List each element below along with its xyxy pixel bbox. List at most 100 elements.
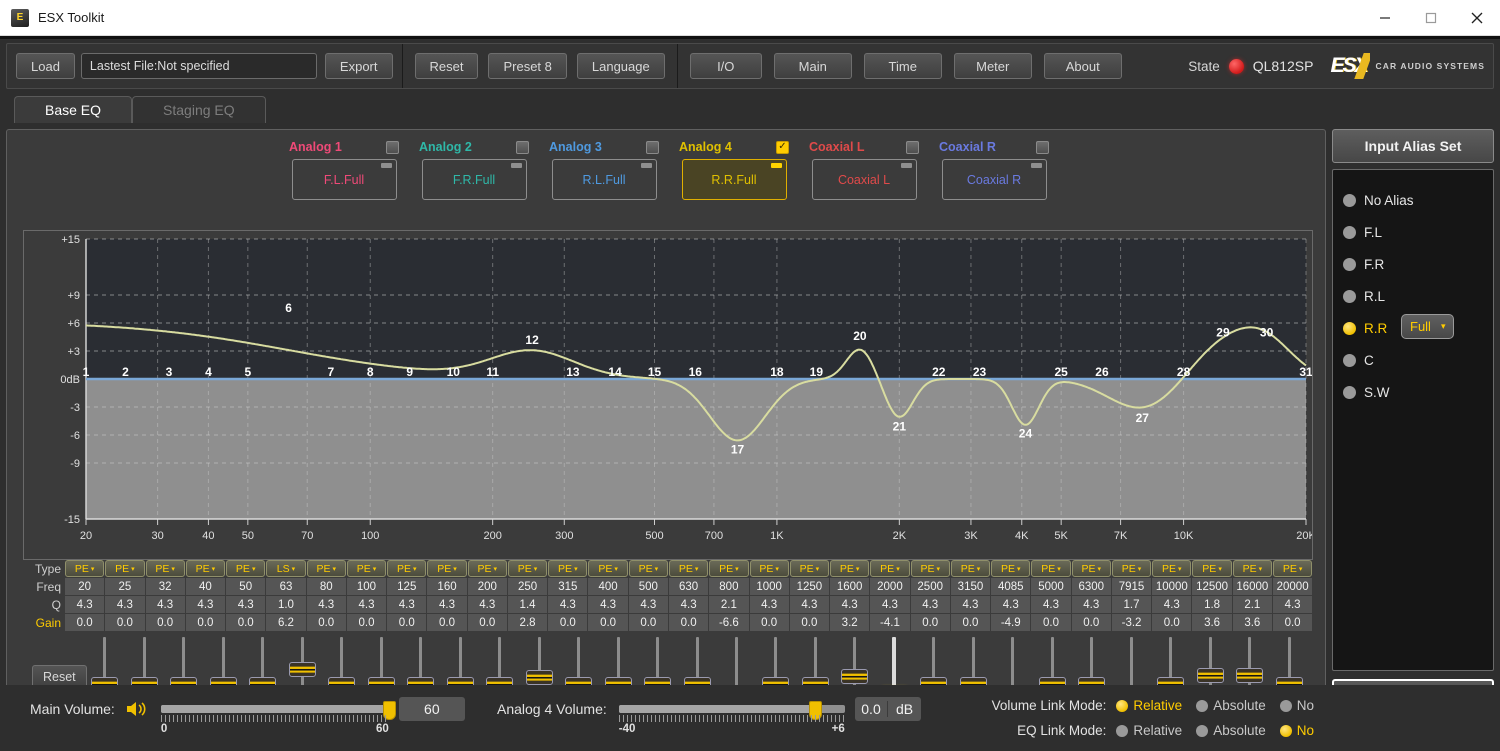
type-cell-28[interactable]: PE ▾ — [1152, 560, 1192, 577]
freq-cell-21[interactable]: 2000 — [870, 578, 911, 595]
gain-cell-22[interactable]: 0.0 — [910, 614, 951, 631]
band-knob-29[interactable] — [1196, 668, 1224, 684]
analog4-volume-track[interactable] — [618, 701, 845, 720]
gain-cell-19[interactable]: 0.0 — [789, 614, 831, 631]
q-cell-5[interactable]: 4.3 — [226, 596, 267, 613]
q-cell-24[interactable]: 4.3 — [991, 596, 1032, 613]
gain-cell-31[interactable]: 0.0 — [1272, 614, 1314, 631]
freq-cell-14[interactable]: 400 — [588, 578, 629, 595]
q-cell-11[interactable]: 4.3 — [467, 596, 508, 613]
type-cell-20[interactable]: PE ▾ — [830, 560, 870, 577]
band-marker-6[interactable]: 6 — [285, 301, 292, 315]
gain-cell-16[interactable]: 0.0 — [668, 614, 710, 631]
type-cell-19[interactable]: PE ▾ — [789, 560, 830, 577]
freq-cell-30[interactable]: 16000 — [1232, 578, 1273, 595]
band-knob-30[interactable] — [1236, 668, 1264, 684]
close-icon[interactable] — [1454, 0, 1500, 36]
q-cell-15[interactable]: 4.3 — [628, 596, 669, 613]
band-marker-10[interactable]: 10 — [447, 365, 461, 379]
gain-cell-28[interactable]: 0.0 — [1152, 614, 1193, 631]
freq-cell-8[interactable]: 100 — [346, 578, 388, 595]
main-button[interactable]: Main — [773, 53, 852, 79]
gain-cell-25[interactable]: 0.0 — [1031, 614, 1072, 631]
freq-cell-25[interactable]: 5000 — [1031, 578, 1072, 595]
gain-cell-24[interactable]: -4.9 — [991, 614, 1032, 631]
band-marker-5[interactable]: 5 — [244, 365, 251, 379]
band-marker-4[interactable]: 4 — [205, 365, 212, 379]
type-cell-15[interactable]: PE ▾ — [628, 560, 668, 577]
band-marker-8[interactable]: 8 — [367, 365, 374, 379]
alias-range-select[interactable]: Full ▾ — [1401, 314, 1455, 339]
alias-radio-1[interactable] — [1343, 193, 1356, 207]
freq-cell-26[interactable]: 6300 — [1071, 578, 1112, 595]
band-marker-21[interactable]: 21 — [893, 419, 907, 433]
freq-cell-31[interactable]: 20000 — [1272, 578, 1314, 595]
meter-button[interactable]: Meter — [953, 53, 1032, 79]
q-cell-18[interactable]: 4.3 — [749, 596, 790, 613]
alias-radio-3[interactable] — [1343, 257, 1356, 271]
freq-cell-1[interactable]: 20 — [65, 578, 106, 595]
alias-option-no-alias[interactable]: No Alias — [1343, 184, 1493, 216]
main-volume-slider[interactable]: 0 60 — [160, 701, 396, 735]
type-cell-18[interactable]: PE ▾ — [749, 560, 789, 577]
band-knob-6[interactable] — [288, 662, 316, 678]
q-cell-4[interactable]: 4.3 — [185, 596, 227, 613]
band-marker-17[interactable]: 17 — [731, 443, 745, 457]
main-volume-track[interactable] — [160, 701, 396, 720]
preset-button[interactable]: Preset 8 — [488, 53, 567, 79]
volume-link-option-absolute[interactable]: Absolute — [1196, 698, 1266, 713]
freq-cell-6[interactable]: 63 — [266, 578, 307, 595]
q-cell-3[interactable]: 4.3 — [145, 596, 186, 613]
minimize-icon[interactable] — [1362, 0, 1408, 36]
type-cell-8[interactable]: PE ▾ — [346, 560, 387, 577]
time-button[interactable]: Time — [863, 53, 942, 79]
gain-cell-5[interactable]: 0.0 — [226, 614, 267, 631]
latest-file-field[interactable]: Lastest File:Not specified — [80, 53, 317, 79]
type-cell-24[interactable]: PE ▾ — [991, 560, 1031, 577]
load-button[interactable]: Load — [16, 53, 75, 79]
q-cell-7[interactable]: 4.3 — [306, 596, 347, 613]
q-cell-26[interactable]: 4.3 — [1071, 596, 1112, 613]
io-button[interactable]: I/O — [689, 53, 762, 79]
freq-cell-16[interactable]: 630 — [668, 578, 710, 595]
band-marker-19[interactable]: 19 — [810, 365, 824, 379]
freq-cell-19[interactable]: 1250 — [789, 578, 831, 595]
q-cell-27[interactable]: 1.7 — [1111, 596, 1153, 613]
q-cell-30[interactable]: 2.1 — [1232, 596, 1273, 613]
alias-radio-7[interactable] — [1343, 385, 1356, 399]
eq-link-radio-3[interactable] — [1279, 724, 1292, 737]
q-cell-6[interactable]: 1.0 — [266, 596, 307, 613]
band-knob-20[interactable] — [841, 669, 869, 685]
q-cell-22[interactable]: 4.3 — [910, 596, 951, 613]
eq-link-radio-2[interactable] — [1196, 724, 1209, 737]
type-cell-21[interactable]: PE ▾ — [870, 560, 910, 577]
type-cell-22[interactable]: PE ▾ — [910, 560, 950, 577]
channel-checkbox-2[interactable] — [516, 140, 529, 154]
band-marker-28[interactable]: 28 — [1177, 365, 1191, 379]
band-knob-12[interactable] — [525, 670, 553, 686]
type-cell-23[interactable]: PE ▾ — [950, 560, 991, 577]
band-marker-24[interactable]: 24 — [1019, 427, 1033, 441]
gain-cell-3[interactable]: 0.0 — [145, 614, 186, 631]
freq-cell-24[interactable]: 4085 — [991, 578, 1032, 595]
channel-button-3[interactable]: R.L.Full — [551, 159, 657, 200]
type-cell-29[interactable]: PE ▾ — [1192, 560, 1232, 577]
channel-checkbox-1[interactable] — [386, 140, 399, 154]
gain-cell-17[interactable]: -6.6 — [709, 614, 750, 631]
gain-cell-10[interactable]: 0.0 — [427, 614, 468, 631]
band-marker-25[interactable]: 25 — [1054, 365, 1068, 379]
eq-link-option-no[interactable]: No — [1279, 723, 1314, 738]
gain-cell-27[interactable]: -3.2 — [1111, 614, 1153, 631]
gain-cell-6[interactable]: 6.2 — [266, 614, 307, 631]
eq-link-radio-1[interactable] — [1116, 724, 1129, 737]
q-cell-14[interactable]: 4.3 — [588, 596, 629, 613]
type-cell-17[interactable]: PE ▾ — [709, 560, 749, 577]
band-marker-27[interactable]: 27 — [1136, 411, 1150, 425]
eq-response-graph[interactable]: +15 +9 +6 +3 0dB -3 -6 -9 -15 20 30 40 50 70 100 200 300… — [23, 230, 1313, 560]
volume-link-option-relative[interactable]: Relative — [1116, 698, 1182, 713]
alias-radio-2[interactable] — [1343, 225, 1356, 239]
type-cell-10[interactable]: PE ▾ — [427, 560, 467, 577]
reset-button[interactable]: Reset — [414, 53, 479, 79]
type-cell-14[interactable]: PE ▾ — [588, 560, 628, 577]
maximize-icon[interactable] — [1408, 0, 1454, 36]
